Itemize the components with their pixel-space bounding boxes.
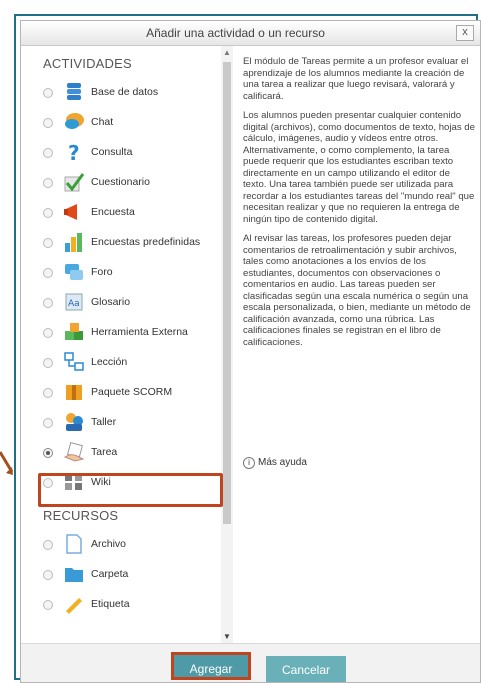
assignment-hand-icon (63, 442, 85, 462)
module-radio[interactable] (43, 268, 53, 278)
module-radio[interactable] (43, 88, 53, 98)
module-item-paquete-scorm[interactable]: Paquete SCORM (21, 378, 219, 408)
module-label: Glosario (91, 296, 131, 308)
module-description: El módulo de Tareas permite a un profeso… (243, 56, 475, 356)
forum-icon (65, 264, 83, 280)
module-item-archivo[interactable]: Archivo (21, 530, 219, 560)
module-radio[interactable] (43, 358, 53, 368)
add-activity-dialog: Añadir una actividad o un recurso x ACTI… (20, 20, 481, 683)
module-radio[interactable] (43, 328, 53, 338)
module-label: Paquete SCORM (91, 386, 173, 398)
info-icon: i (243, 457, 255, 469)
module-label: Archivo (91, 538, 127, 550)
module-radio[interactable] (43, 238, 53, 248)
package-icon (66, 385, 82, 400)
module-label: Tarea (91, 446, 118, 458)
module-item-herramienta-externa[interactable]: Herramienta Externa (21, 318, 219, 348)
module-label: Taller (91, 416, 117, 428)
module-item-encuesta[interactable]: Encuesta (21, 198, 219, 228)
svg-text:?: ? (68, 141, 80, 163)
module-radio-selected[interactable] (43, 448, 53, 458)
module-item-cuestionario[interactable]: Cuestionario (21, 168, 219, 198)
dialog-footer: Agregar Cancelar (21, 643, 480, 682)
pointer-arrow-icon (0, 451, 14, 475)
module-item-glosario[interactable]: Aa Glosario (21, 288, 219, 318)
module-list-scrollbar[interactable]: ▲ ▼ (221, 46, 233, 643)
scroll-down-icon[interactable]: ▼ (223, 632, 231, 641)
module-label: Carpeta (91, 568, 129, 580)
scrollbar-thumb[interactable] (223, 62, 231, 524)
module-label: Herramienta Externa (91, 326, 188, 338)
chat-icon (65, 113, 84, 129)
module-item-tarea[interactable]: Tarea (21, 438, 219, 468)
module-label: Cuestionario (91, 176, 150, 188)
description-paragraph: Los alumnos pueden presentar cualquier c… (243, 110, 475, 225)
label-pencil-icon (66, 598, 82, 614)
module-item-consulta[interactable]: ? Consulta (21, 138, 219, 168)
module-radio[interactable] (43, 570, 53, 580)
module-item-base-de-datos[interactable]: Base de datos (21, 78, 219, 108)
module-label: Lección (91, 356, 128, 368)
module-item-encuestas-predefinidas[interactable]: Encuestas predefinidas (21, 228, 219, 258)
module-label: Consulta (91, 146, 133, 158)
module-radio[interactable] (43, 118, 53, 128)
description-paragraph: El módulo de Tareas permite a un profeso… (243, 56, 469, 102)
dialog-title: Añadir una actividad o un recurso (146, 26, 325, 40)
cancel-button[interactable]: Cancelar (266, 656, 346, 682)
module-list[interactable]: ACTIVIDADES Base de datos Chat ? Consult… (21, 46, 233, 643)
folder-icon (65, 568, 83, 582)
question-icon: ? (68, 141, 80, 163)
puzzle-icon (65, 323, 83, 340)
module-label: Chat (91, 116, 114, 128)
module-radio[interactable] (43, 600, 53, 610)
module-label: Encuesta (91, 206, 135, 218)
module-item-leccion[interactable]: Lección (21, 348, 219, 378)
module-item-foro[interactable]: Foro (21, 258, 219, 288)
megaphone-icon (64, 204, 77, 220)
more-help-link[interactable]: i Más ayuda (243, 457, 307, 469)
svg-text:Aa: Aa (68, 299, 80, 309)
module-radio[interactable] (43, 388, 53, 398)
module-item-carpeta[interactable]: Carpeta (21, 560, 219, 590)
description-paragraph: Al revisar las tareas, los profesores pu… (243, 233, 471, 348)
module-label: Encuestas predefinidas (91, 236, 201, 248)
lesson-icon (64, 352, 84, 371)
file-icon (66, 534, 82, 554)
add-button[interactable]: Agregar (171, 652, 251, 680)
module-radio[interactable] (43, 148, 53, 158)
selection-highlight-box (38, 473, 223, 507)
quiz-checkmark-icon (64, 173, 85, 192)
module-radio[interactable] (43, 178, 53, 188)
glossary-icon: Aa (65, 293, 83, 311)
more-help-label: Más ayuda (258, 457, 307, 468)
section-title-activities: ACTIVIDADES (43, 56, 132, 71)
bar-chart-icon (65, 233, 82, 252)
database-icon (67, 83, 81, 100)
module-item-taller[interactable]: Taller (21, 408, 219, 438)
workshop-icon (66, 413, 83, 431)
module-radio[interactable] (43, 540, 53, 550)
module-radio[interactable] (43, 298, 53, 308)
module-radio[interactable] (43, 418, 53, 428)
module-item-etiqueta[interactable]: Etiqueta (21, 590, 219, 620)
module-radio[interactable] (43, 208, 53, 218)
module-label: Foro (91, 266, 113, 278)
scroll-up-icon[interactable]: ▲ (223, 48, 231, 57)
module-label: Base de datos (91, 86, 159, 98)
module-item-chat[interactable]: Chat (21, 108, 219, 138)
module-label: Etiqueta (91, 598, 130, 610)
dialog-titlebar: Añadir una actividad o un recurso x (21, 21, 480, 46)
close-icon[interactable]: x (456, 25, 474, 41)
section-title-resources: RECURSOS (43, 508, 119, 523)
